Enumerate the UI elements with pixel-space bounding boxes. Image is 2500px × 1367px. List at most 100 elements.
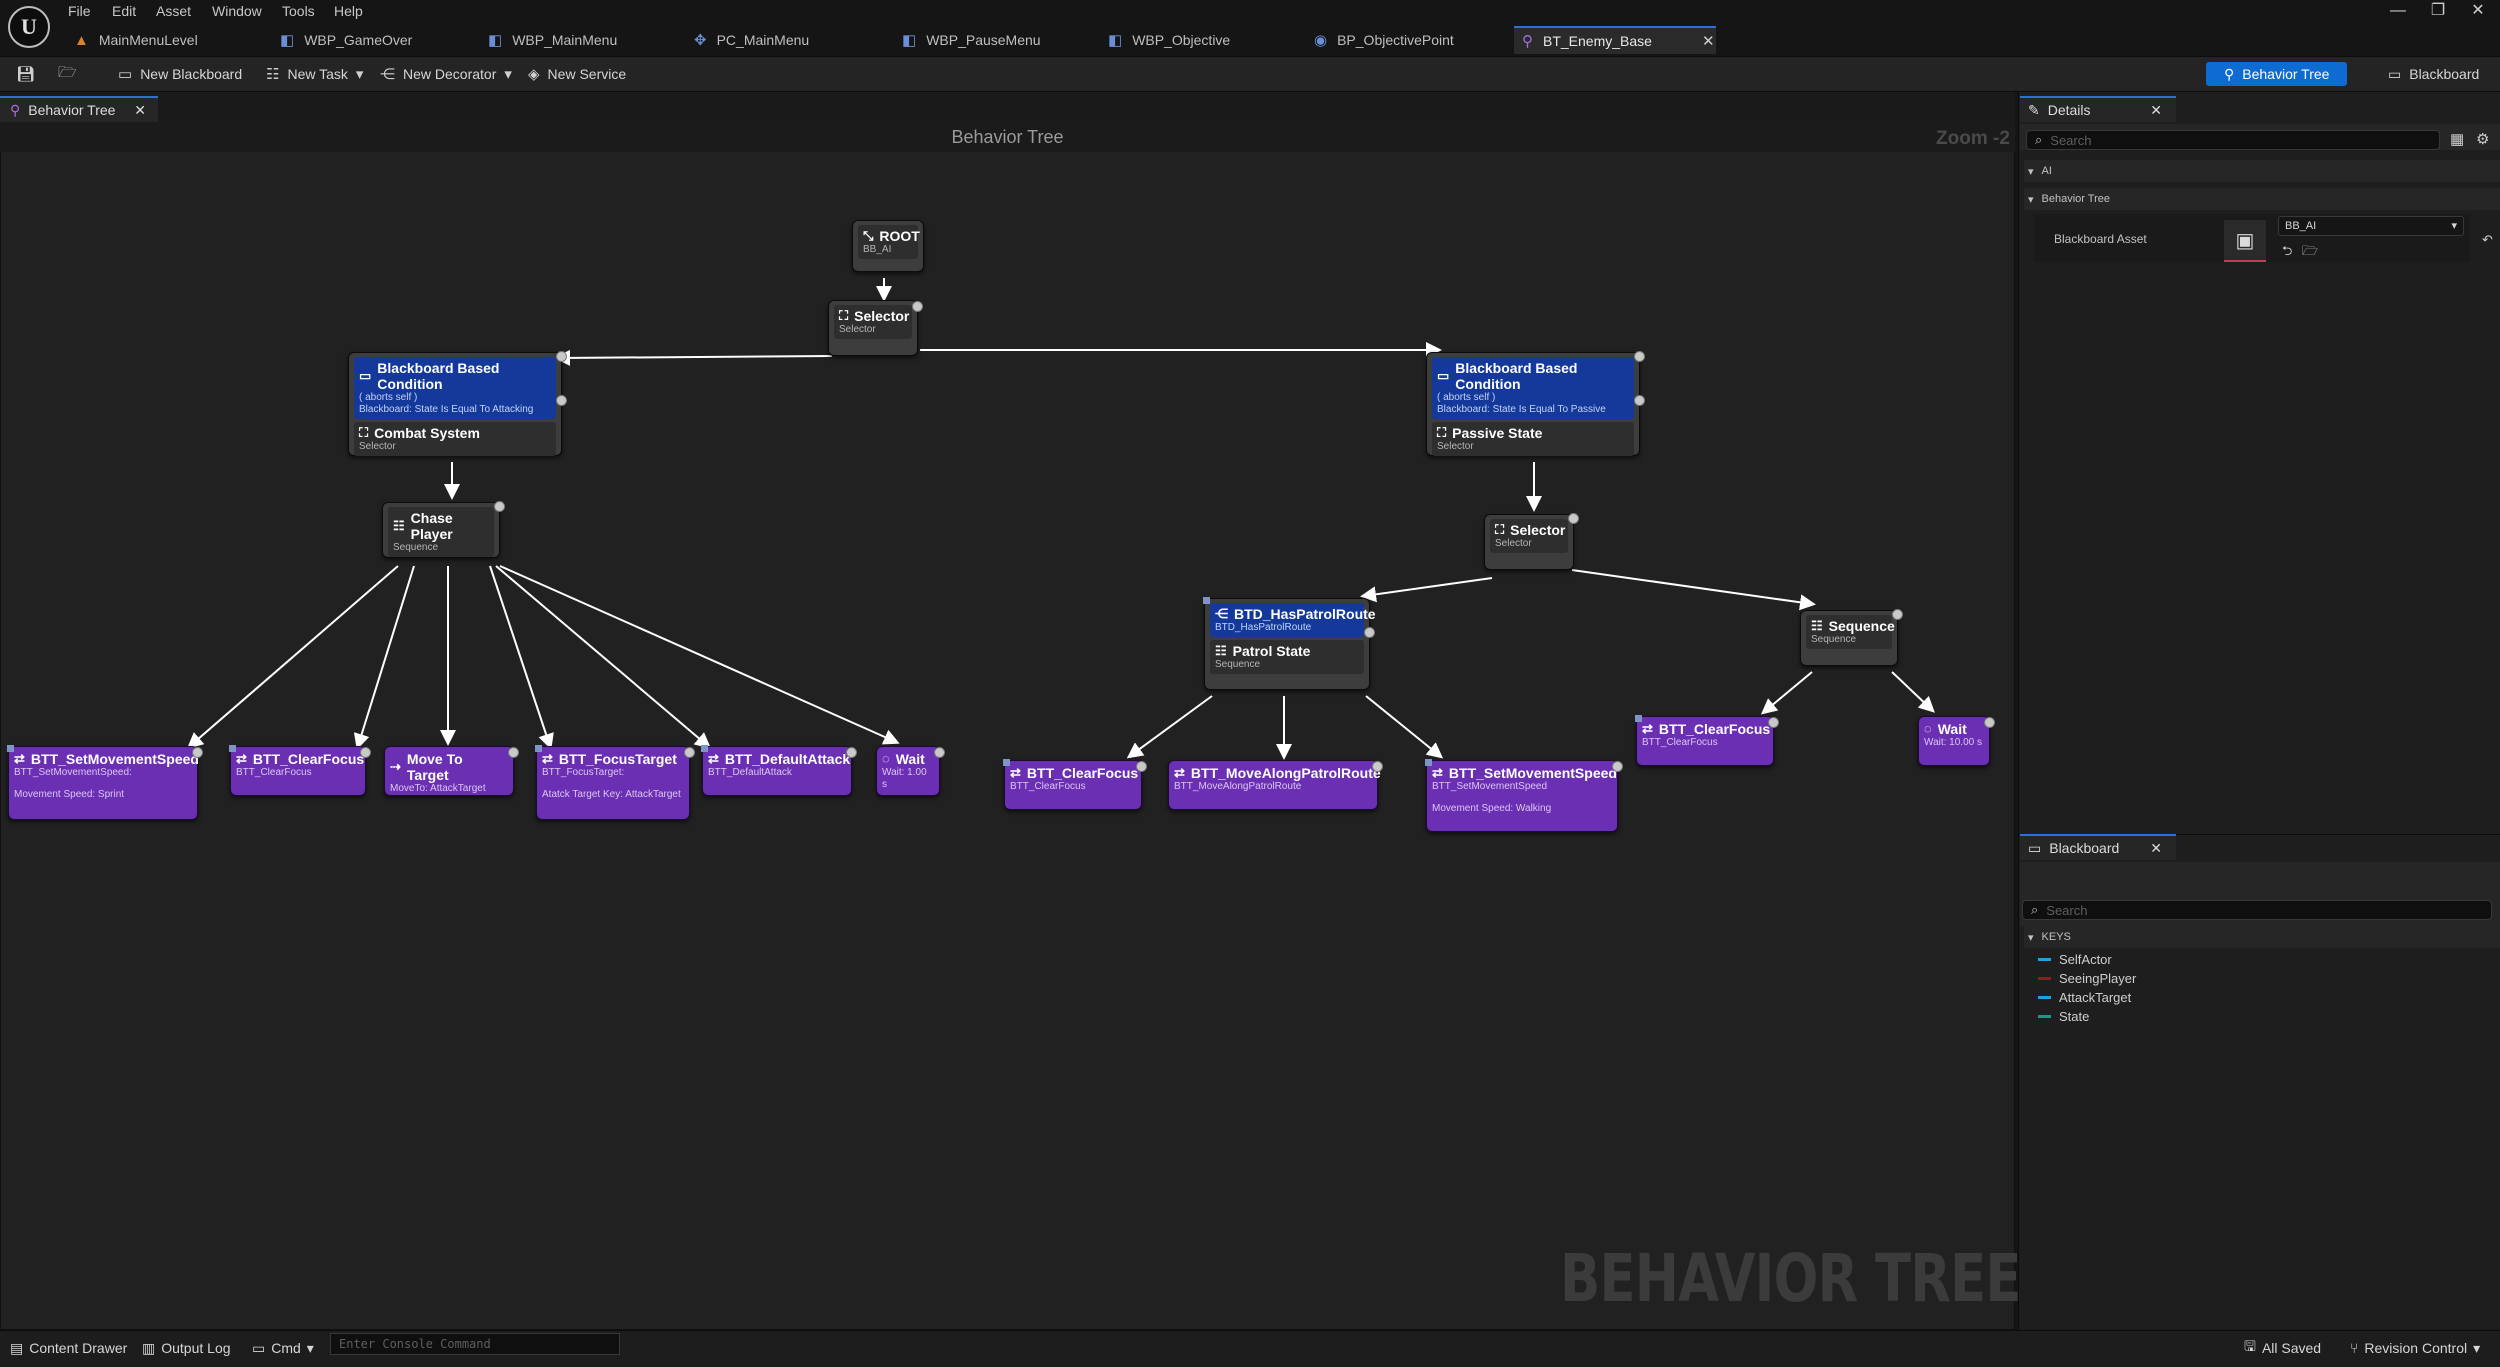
reset-to-default-icon[interactable]: ↶: [2482, 232, 2493, 248]
browse-asset-icon[interactable]: 🗁: [2302, 242, 2318, 264]
revision-control-button[interactable]: ⑂ Revision Control ▾: [2350, 1336, 2480, 1360]
gear-icon[interactable]: ⚙: [2476, 130, 2489, 148]
decorator-pin[interactable]: [1364, 627, 1375, 638]
new-blackboard-button[interactable]: ▭ New Blackboard: [118, 62, 242, 86]
menu-window[interactable]: Window: [208, 2, 266, 20]
output-pin[interactable]: [912, 301, 923, 312]
close-tab-icon[interactable]: ✕: [2150, 102, 2162, 119]
blackboard-asset-select[interactable]: BB_AI ▾: [2278, 216, 2464, 236]
output-pin[interactable]: [1892, 609, 1903, 620]
service-pin[interactable]: [1612, 761, 1623, 772]
service-pin[interactable]: [1372, 761, 1383, 772]
new-decorator-button[interactable]: ⋲ New Decorator ▾: [380, 62, 512, 86]
tab-details[interactable]: ✎ Details ✕: [2020, 96, 2176, 122]
tab-bp-objectivepoint[interactable]: ◉ BP_ObjectivePoint: [1306, 28, 1468, 52]
blackboard-asset-thumbnail[interactable]: ▣: [2224, 220, 2266, 262]
task-focus-target[interactable]: ⇄ BTT_FocusTarget BTT_FocusTarget: Atatck…: [535, 745, 695, 820]
tab-wbp-mainmenu[interactable]: ◧ WBP_MainMenu: [480, 28, 631, 52]
service-pin[interactable]: [846, 747, 857, 758]
menu-help[interactable]: Help: [330, 2, 367, 20]
output-pin[interactable]: [1568, 513, 1579, 524]
mode-blackboard-button[interactable]: ▭ Blackboard: [2370, 62, 2497, 86]
blackboard-search-input[interactable]: ⌕ Search: [2022, 900, 2492, 920]
blackboard-key[interactable]: SelfActor: [2038, 950, 2136, 969]
service-pin[interactable]: [360, 747, 371, 758]
cmd-select[interactable]: ▭ Cmd ▾: [252, 1336, 314, 1360]
save-button[interactable]: 💾︎: [16, 62, 35, 86]
menu-tools[interactable]: Tools: [278, 2, 319, 20]
blackboard-key[interactable]: State: [2038, 1007, 2136, 1026]
output-pin[interactable]: [556, 351, 567, 362]
tab-behavior-tree-graph[interactable]: ⚲ Behavior Tree ✕: [0, 96, 158, 122]
node-patrol-state[interactable]: ⋲ BTD_HasPatrolRoute BTD_HasPatrolRoute ☷…: [1203, 597, 1376, 690]
node-selector-passive[interactable]: ⛶ Selector Selector: [1484, 513, 1579, 570]
content-drawer-button[interactable]: ▤ Content Drawer: [10, 1336, 127, 1360]
service-pin[interactable]: [1984, 717, 1995, 728]
output-pin[interactable]: [494, 501, 505, 512]
new-service-button[interactable]: ◈ New Service: [528, 62, 626, 86]
input-pin[interactable]: [1635, 715, 1642, 722]
service-pin[interactable]: [1136, 761, 1147, 772]
use-selected-icon[interactable]: ⮌: [2282, 242, 2292, 264]
task-set-movement-speed-walk[interactable]: ⇄ BTT_SetMovementSpeed BTT_SetMovementSpe…: [1425, 759, 1623, 832]
menu-file[interactable]: File: [64, 2, 95, 20]
input-pin[interactable]: [701, 745, 708, 752]
service-pin[interactable]: [1768, 717, 1779, 728]
details-search-input[interactable]: ⌕ Search: [2026, 130, 2440, 150]
node-passive-state[interactable]: ▭ Blackboard Based Condition ( aborts sel…: [1426, 351, 1645, 456]
input-pin[interactable]: [535, 745, 542, 752]
input-pin[interactable]: [1003, 759, 1010, 766]
console-command-input[interactable]: Enter Console Command: [330, 1333, 620, 1355]
input-pin[interactable]: [1203, 597, 1210, 604]
node-chase-player[interactable]: ☷ Chase Player Sequence: [382, 501, 505, 558]
tab-wbp-pausemenu[interactable]: ◧ WBP_PauseMenu: [894, 28, 1055, 52]
service-pin[interactable]: [508, 747, 519, 758]
decorator-pin[interactable]: [556, 395, 567, 406]
tab-pc-mainmenu[interactable]: ✥ PC_MainMenu: [686, 28, 823, 52]
tab-mainmenulevel[interactable]: ▲ MainMenuLevel: [66, 28, 212, 52]
close-tab-icon[interactable]: ✕: [1702, 32, 1715, 50]
close-window-button[interactable]: ✕: [2456, 0, 2500, 22]
task-set-movement-speed-sprint[interactable]: ⇄ BTT_SetMovementSpeed BTT_SetMovementSpe…: [7, 745, 203, 820]
node-root[interactable]: ⤡ ROOT BB_AI: [852, 220, 924, 272]
unreal-logo-icon[interactable]: U: [8, 6, 50, 48]
menu-asset[interactable]: Asset: [152, 2, 195, 20]
task-clear-focus-1[interactable]: ⇄ BTT_ClearFocus BTT_ClearFocus: [229, 745, 371, 796]
all-saved-status[interactable]: 🖫 All Saved: [2244, 1336, 2321, 1360]
browse-button[interactable]: 🗁: [58, 62, 77, 86]
decorator-blackboard-condition[interactable]: ▭ Blackboard Based Condition ( aborts sel…: [1432, 357, 1634, 419]
blackboard-key[interactable]: SeeingPlayer: [2038, 969, 2136, 988]
task-default-attack[interactable]: ⇄ BTT_DefaultAttack BTT_DefaultAttack: [701, 745, 857, 796]
service-pin[interactable]: [934, 747, 945, 758]
input-pin[interactable]: [7, 745, 14, 752]
decorator-blackboard-condition[interactable]: ▭ Blackboard Based Condition ( aborts sel…: [354, 357, 556, 419]
node-sequence-right[interactable]: ☷ Sequence Sequence: [1800, 609, 1903, 666]
service-pin[interactable]: [192, 747, 203, 758]
close-tab-icon[interactable]: ✕: [2150, 840, 2162, 857]
tab-bt-enemy-base[interactable]: ⚲ BT_Enemy_Base ✕: [1514, 26, 1716, 54]
task-clear-focus-3[interactable]: ⇄ BTT_ClearFocus BTT_ClearFocus: [1635, 715, 1779, 766]
tab-blackboard[interactable]: ▭ Blackboard ✕: [2020, 834, 2176, 860]
service-pin[interactable]: [684, 747, 695, 758]
category-keys[interactable]: ▾ KEYS: [2024, 926, 2500, 948]
task-clear-focus-2[interactable]: ⇄ BTT_ClearFocus BTT_ClearFocus: [1003, 759, 1147, 810]
task-wait-1[interactable]: ◌ Wait Wait: 1.00 s: [876, 746, 945, 796]
close-tab-icon[interactable]: ✕: [134, 102, 146, 119]
minimize-button[interactable]: —: [2376, 0, 2420, 22]
task-move-along-patrol-route[interactable]: ⇄ BTT_MoveAlongPatrolRoute BTT_MoveAlongP…: [1168, 760, 1383, 810]
table-view-icon[interactable]: ▦: [2450, 130, 2464, 148]
input-pin[interactable]: [1425, 759, 1432, 766]
tab-wbp-objective[interactable]: ◧ WBP_Objective: [1100, 28, 1244, 52]
decorator-pin[interactable]: [1634, 395, 1645, 406]
input-pin[interactable]: [229, 745, 236, 752]
category-ai[interactable]: ▾ AI: [2024, 160, 2500, 182]
category-behavior-tree[interactable]: ▾ Behavior Tree: [2024, 188, 2500, 210]
tab-wbp-gameover[interactable]: ◧ WBP_GameOver: [272, 28, 426, 52]
menu-edit[interactable]: Edit: [108, 2, 140, 20]
mode-behavior-tree-button[interactable]: ⚲ Behavior Tree: [2206, 62, 2348, 86]
task-wait-2[interactable]: ◌ Wait Wait: 10.00 s: [1918, 716, 1995, 766]
output-pin[interactable]: [1634, 351, 1645, 362]
task-move-to-target[interactable]: ⇢ Move To Target MoveTo: AttackTarget: [384, 746, 519, 796]
new-task-button[interactable]: ☷ New Task ▾: [266, 62, 363, 86]
output-log-button[interactable]: ▥ Output Log: [142, 1336, 231, 1360]
